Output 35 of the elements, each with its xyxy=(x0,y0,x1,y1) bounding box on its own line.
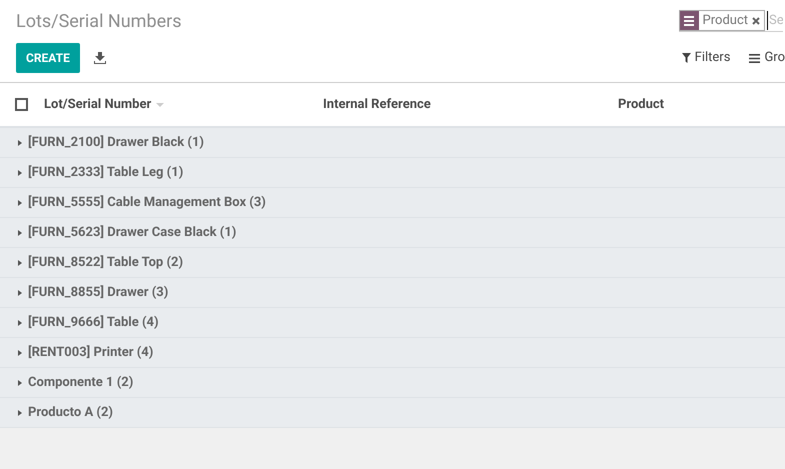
page-title: Lots/Serial Numbers xyxy=(16,10,182,34)
download-icon[interactable] xyxy=(94,52,106,64)
sort-caret-icon xyxy=(156,102,164,106)
group-row[interactable]: Componente 1 (2) xyxy=(0,368,785,398)
group-label: [FURN_2333] Table Leg (1) xyxy=(28,164,184,182)
group-row[interactable]: [FURN_5623] Drawer Case Black (1) xyxy=(0,218,785,248)
column-header[interactable]: Internal Reference xyxy=(323,94,431,114)
group-row[interactable]: [FURN_8522] Table Top (2) xyxy=(0,248,785,278)
group-label: [FURN_2100] Drawer Black (1) xyxy=(28,134,204,152)
group-label: [FURN_9666] Table (4) xyxy=(28,314,159,332)
list-icon xyxy=(749,54,760,62)
group-row[interactable]: [FURN_2100] Drawer Black (1) xyxy=(0,128,785,158)
group-label: [RENT003] Printer (4) xyxy=(28,344,154,362)
group-label: Producto A (2) xyxy=(28,404,113,422)
select-all-checkbox[interactable] xyxy=(15,98,28,111)
close-icon[interactable] xyxy=(752,16,760,24)
group-row[interactable]: Producto A (2) xyxy=(0,398,785,428)
group-row[interactable]: [FURN_8855] Drawer (3) xyxy=(0,278,785,308)
group-label: [FURN_5555] Cable Management Box (3) xyxy=(28,194,266,212)
group-row[interactable]: [FURN_9666] Table (4) xyxy=(0,308,785,338)
column-header[interactable]: Lot/Serial Number xyxy=(44,94,164,114)
search-field[interactable]: Se xyxy=(767,10,783,30)
filter-icon xyxy=(682,53,691,63)
group-label: [FURN_8522] Table Top (2) xyxy=(28,254,184,272)
group-by-button[interactable]: Gro xyxy=(749,48,785,68)
group-label: [FURN_5623] Drawer Case Black (1) xyxy=(28,224,236,242)
group-label: [FURN_8855] Drawer (3) xyxy=(28,284,168,302)
group-row[interactable]: [FURN_2333] Table Leg (1) xyxy=(0,158,785,188)
create-button[interactable]: CREATE xyxy=(16,43,80,73)
filters-button[interactable]: Filters xyxy=(682,48,730,68)
facet-label: Product xyxy=(702,12,749,30)
column-header[interactable]: Product xyxy=(618,94,664,114)
group-label: Componente 1 (2) xyxy=(28,374,134,392)
group-row[interactable]: [FURN_5555] Cable Management Box (3) xyxy=(0,188,785,218)
group-row[interactable]: [RENT003] Printer (4) xyxy=(0,338,785,368)
